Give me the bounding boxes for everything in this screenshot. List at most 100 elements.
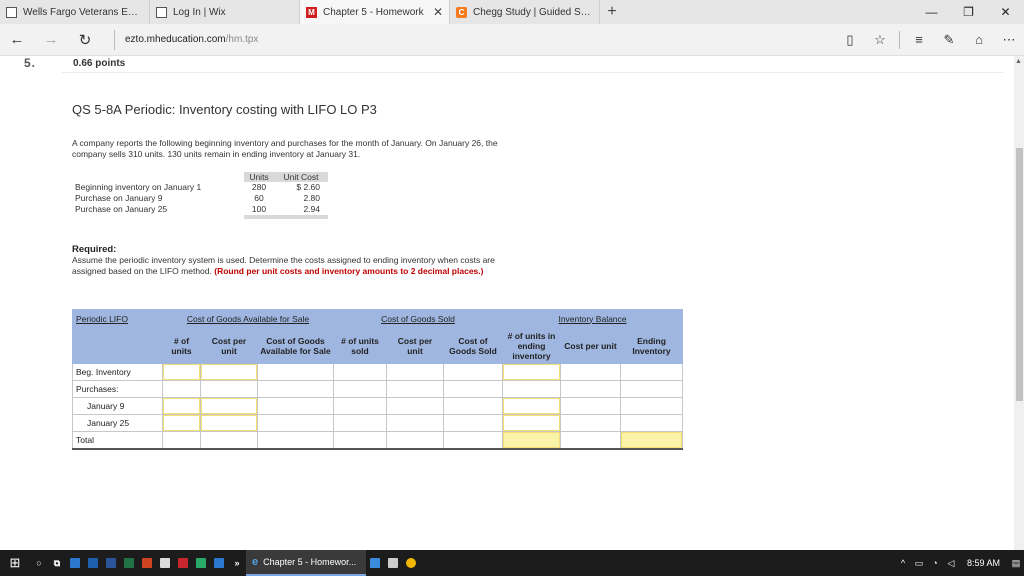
mail-icon[interactable] [66, 550, 84, 576]
tab-wix-login[interactable]: Log In | Wix [150, 0, 300, 24]
share-icon[interactable]: ⌂ [964, 24, 994, 56]
question-points: 0.66 points [73, 58, 126, 69]
column-header-units-sold: # of units sold [333, 327, 387, 364]
url-domain: ezto.mheducation.com [125, 34, 226, 45]
input-box[interactable] [163, 415, 200, 431]
column-header-row: # of units Cost per unit Cost of Goods A… [72, 327, 683, 364]
overflow-chevron-icon[interactable]: » [228, 550, 246, 576]
onedrive-icon[interactable] [210, 550, 228, 576]
restore-button[interactable]: ❐ [950, 0, 987, 24]
group-header-method: Periodic LIFO [72, 309, 163, 328]
input-box[interactable] [503, 415, 560, 431]
tray-chevron-icon[interactable]: ^ [895, 558, 911, 568]
jan25-units-ending-input[interactable] [502, 414, 561, 432]
inventory-cost: 2.94 [303, 204, 320, 214]
refresh-icon[interactable]: ↻ [68, 24, 102, 56]
input-box[interactable] [503, 432, 560, 448]
toolbar-icons: ▯ ☆ ≡ ✎ ⌂ ⋯ [835, 24, 1024, 56]
volume-icon[interactable]: ◁ [943, 558, 959, 569]
total-units-ending-input[interactable] [502, 431, 561, 450]
input-box[interactable] [201, 364, 257, 380]
word-icon[interactable] [102, 550, 120, 576]
inventory-cost: $ 2.60 [296, 182, 320, 192]
input-box[interactable] [163, 364, 200, 380]
more-menu-icon[interactable]: ⋯ [994, 24, 1024, 56]
inventory-table: Units Unit Cost Beginning inventory on J… [72, 172, 328, 219]
wifi-icon[interactable]: ◔ [927, 558, 943, 568]
vertical-scrollbar[interactable]: ▲ [1014, 56, 1024, 550]
chegg-icon: C [456, 6, 467, 18]
close-tab-icon[interactable]: ✕ [433, 5, 443, 19]
beg-units-input[interactable] [162, 363, 201, 381]
outlook-icon[interactable] [84, 550, 102, 576]
hub-icon[interactable]: ≡ [904, 24, 934, 56]
favorite-star-icon[interactable]: ☆ [865, 24, 895, 56]
jan25-cost-input[interactable] [200, 414, 258, 432]
purchases-blank-cell [502, 380, 561, 398]
forward-arrow-icon[interactable]: → [34, 24, 68, 56]
input-box[interactable] [201, 415, 257, 431]
photos-icon[interactable] [366, 550, 384, 576]
column-header-ending-cost-per-unit: Cost per unit [560, 327, 621, 364]
reading-view-icon[interactable]: ▯ [835, 24, 865, 56]
jan9-cost-input[interactable] [200, 397, 258, 415]
powerpoint-icon[interactable] [138, 550, 156, 576]
input-box[interactable] [503, 364, 560, 380]
back-arrow-icon[interactable]: ← [0, 24, 34, 56]
inventory-row: Beginning inventory on January 1 280 $ 2… [72, 182, 328, 193]
jan9-units-ending-input[interactable] [502, 397, 561, 415]
scrollbar-thumb[interactable] [1016, 148, 1023, 401]
inventory-header-unit-cost: Unit Cost [274, 172, 328, 182]
input-box[interactable] [503, 398, 560, 414]
input-box[interactable] [201, 398, 257, 414]
beg-ending-inventory-cell [620, 363, 683, 381]
store-icon[interactable] [384, 550, 402, 576]
tab-label: Chegg Study | Guided Solut [473, 6, 593, 18]
cortana-icon[interactable]: ○ [30, 550, 48, 576]
column-header-ending-inventory: Ending Inventory [620, 327, 683, 364]
beg-units-ending-input[interactable] [502, 363, 561, 381]
excel-icon[interactable] [120, 550, 138, 576]
row-label-purchases: Purchases: [72, 380, 163, 398]
table-row-total: Total [72, 431, 683, 450]
question-title: QS 5-8A Periodic: Inventory costing with… [72, 102, 377, 117]
file-icon[interactable] [156, 550, 174, 576]
group-header-row: Periodic LIFO Cost of Goods Available fo… [72, 309, 683, 328]
web-note-icon[interactable]: ✎ [934, 24, 964, 56]
question-number: 5. [24, 56, 37, 70]
total-ending-inventory-input[interactable] [620, 431, 683, 450]
acrobat-icon[interactable] [174, 550, 192, 576]
jan25-units-input[interactable] [162, 414, 201, 432]
tab-chegg-study[interactable]: C Chegg Study | Guided Solut [450, 0, 600, 24]
group-header-available: Cost of Goods Available for Sale [162, 309, 334, 328]
tab-wells-fargo[interactable]: Wells Fargo Veterans Emerg [0, 0, 150, 24]
url-field[interactable]: ezto.mheducation.com/hm.tpx [114, 29, 804, 50]
chrome-icon[interactable] [402, 550, 420, 576]
row-label-beg-inventory: Beg. Inventory [72, 363, 163, 381]
total-units-sold-cell [333, 431, 387, 450]
app-icon[interactable] [192, 550, 210, 576]
toolbar-divider [899, 30, 900, 49]
taskbar-edge-window[interactable]: e Chapter 5 - Homewor... [246, 550, 366, 576]
total-blank-cell [386, 431, 444, 450]
inventory-units: 280 [251, 182, 267, 192]
windows-start-icon[interactable]: ⊞ [0, 550, 30, 576]
group-header-sold: Cost of Goods Sold [333, 309, 503, 328]
new-tab-button[interactable]: + [600, 0, 624, 24]
minimize-button[interactable]: — [913, 0, 950, 24]
total-blank-cell [560, 431, 621, 450]
clock[interactable]: 8:59 AM [959, 558, 1008, 568]
input-box[interactable] [621, 432, 682, 448]
beg-cost-input[interactable] [200, 363, 258, 381]
tab-chapter-5-homework[interactable]: M Chapter 5 - Homework ✕ [300, 0, 450, 24]
input-box[interactable] [163, 398, 200, 414]
battery-icon[interactable]: ▭ [911, 558, 927, 569]
close-window-button[interactable]: ✕ [987, 0, 1024, 24]
inventory-label: Beginning inventory on January 1 [75, 182, 202, 192]
column-header-sold-cost-per-unit: Cost per unit [386, 327, 444, 364]
column-header-available-for-sale: Cost of Goods Available for Sale [257, 327, 334, 364]
jan9-units-input[interactable] [162, 397, 201, 415]
task-view-icon[interactable]: ⧉ [48, 550, 66, 576]
scroll-up-icon[interactable]: ▲ [1015, 58, 1022, 65]
notification-icon[interactable]: ▤ [1008, 558, 1024, 569]
